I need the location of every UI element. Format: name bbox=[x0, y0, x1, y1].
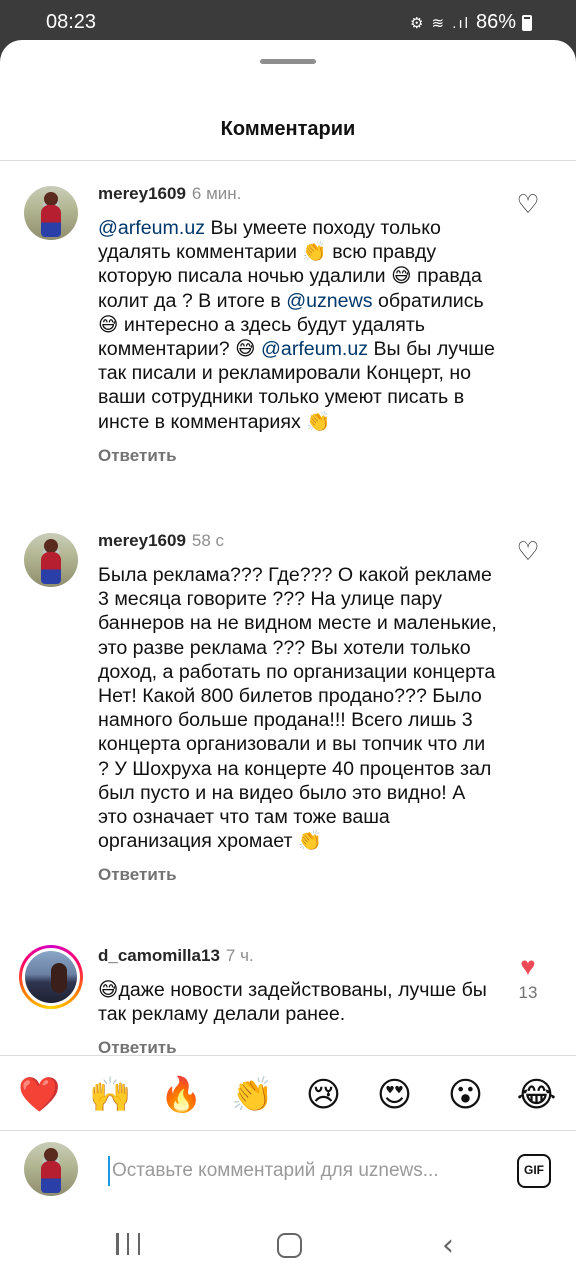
status-right: ⚙ ≋ .ıl 86% bbox=[410, 11, 532, 34]
comment-composer: GIF bbox=[0, 1140, 576, 1200]
like-count[interactable]: 13 bbox=[510, 983, 546, 1003]
comment-time: 7 ч. bbox=[225, 946, 254, 965]
gif-button[interactable]: GIF bbox=[517, 1154, 551, 1188]
heart-eyes-emoji-button[interactable]: 😍 bbox=[365, 1073, 425, 1117]
comment-body: merey1609 58 с Была реклама??? Где??? О к… bbox=[98, 530, 498, 885]
comment-input[interactable] bbox=[108, 1156, 488, 1186]
like-area: ♥ 13 bbox=[510, 953, 546, 1003]
avatar-frame bbox=[22, 948, 80, 1006]
grin-sweat-emoji: 😅 bbox=[98, 978, 119, 1001]
avatar-story-ring[interactable] bbox=[19, 945, 83, 1009]
like-area: ♡ bbox=[510, 191, 546, 217]
surprised-emoji-button[interactable]: 😮 bbox=[436, 1073, 496, 1117]
heart-outline-icon[interactable]: ♡ bbox=[510, 538, 546, 564]
comment-text-part: обратились bbox=[372, 289, 484, 312]
heart-filled-icon[interactable]: ♥ bbox=[510, 953, 546, 979]
comment-username[interactable]: merey1609 bbox=[98, 531, 186, 550]
battery-icon bbox=[522, 14, 532, 31]
composer-divider bbox=[0, 1130, 576, 1131]
battery-percent: 86% bbox=[475, 11, 516, 33]
reply-button[interactable]: Ответить bbox=[98, 446, 498, 466]
laugh-emoji-button[interactable]: 😂 bbox=[507, 1073, 567, 1117]
clap-emoji: 👏 bbox=[302, 240, 327, 264]
system-nav-bar: ‹ bbox=[0, 1212, 576, 1280]
clap-emoji: 👏 bbox=[297, 829, 323, 853]
signal-wifi-icons: ⚙ ≋ .ıl bbox=[409, 14, 470, 32]
clap-emoji-button[interactable]: 👏 bbox=[223, 1073, 283, 1117]
emoji-bar-divider bbox=[0, 1055, 576, 1056]
comment-body: merey1609 6 мин. @arfeum.uz Вы умеете пох… bbox=[98, 183, 498, 466]
quick-emoji-bar: ❤️ 🙌 🔥 👏 😢 😍 😮 😂 bbox=[0, 1070, 576, 1120]
avatar bbox=[25, 951, 77, 1003]
comment-text-part: даже новости задействованы, лучше бы так… bbox=[98, 979, 487, 1026]
comment-meta: merey1609 6 мин. bbox=[98, 183, 498, 205]
comment-username[interactable]: merey1609 bbox=[98, 184, 186, 203]
comment-text-part: Была реклама??? Где??? О какой рекламе 3… bbox=[98, 564, 497, 853]
comment-username[interactable]: d_camomilla13 bbox=[98, 946, 220, 965]
comment-time: 58 с bbox=[191, 531, 225, 550]
comment-text: 😅даже новости задействованы, лучше бы та… bbox=[98, 978, 498, 1026]
avatar bbox=[24, 1142, 78, 1196]
back-icon[interactable]: ‹ bbox=[442, 1231, 454, 1261]
avatar[interactable] bbox=[24, 186, 78, 240]
mention-link[interactable]: @arfeum.uz bbox=[98, 217, 205, 239]
fire-emoji-button[interactable]: 🔥 bbox=[152, 1073, 212, 1117]
clap-emoji: 👏 bbox=[306, 409, 331, 433]
grin-sweat-emoji: 😅 bbox=[98, 312, 119, 336]
like-area: ♡ bbox=[510, 538, 546, 564]
mention-link[interactable]: @uznews bbox=[286, 290, 372, 312]
comment-text: Была реклама??? Где??? О какой рекламе 3… bbox=[98, 563, 498, 853]
comments-sheet: Комментарии merey1609 6 мин. @arfeum.uz В… bbox=[0, 40, 576, 1280]
cry-emoji-button[interactable]: 😢 bbox=[294, 1073, 354, 1117]
home-icon[interactable] bbox=[277, 1233, 302, 1258]
grin-sweat-emoji: 😅 bbox=[391, 264, 412, 288]
comment-meta: d_camomilla13 7 ч. bbox=[98, 945, 498, 967]
status-bar: 08:23 ⚙ ≋ .ıl 86% bbox=[0, 0, 576, 44]
avatar[interactable] bbox=[24, 533, 78, 587]
comment-meta: merey1609 58 с bbox=[98, 530, 498, 552]
comment-body: d_camomilla13 7 ч. 😅даже новости задейств… bbox=[98, 945, 498, 1058]
raised-hands-emoji-button[interactable]: 🙌 bbox=[81, 1073, 141, 1117]
heart-outline-icon[interactable]: ♡ bbox=[510, 191, 546, 217]
status-time: 08:23 bbox=[46, 11, 97, 33]
comment-text: @arfeum.uz Вы умеете походу только удаля… bbox=[98, 216, 498, 434]
sheet-title: Комментарии bbox=[220, 118, 356, 140]
reply-button[interactable]: Ответить bbox=[98, 865, 498, 885]
mention-link[interactable]: @arfeum.uz bbox=[261, 338, 368, 360]
header-divider bbox=[0, 160, 576, 161]
heart-emoji-button[interactable]: ❤️ bbox=[10, 1073, 70, 1117]
recents-icon[interactable] bbox=[116, 1233, 140, 1257]
comment-time: 6 мин. bbox=[191, 184, 242, 203]
grin-sweat-emoji: 😅 bbox=[235, 337, 256, 361]
drag-handle[interactable] bbox=[260, 59, 316, 64]
